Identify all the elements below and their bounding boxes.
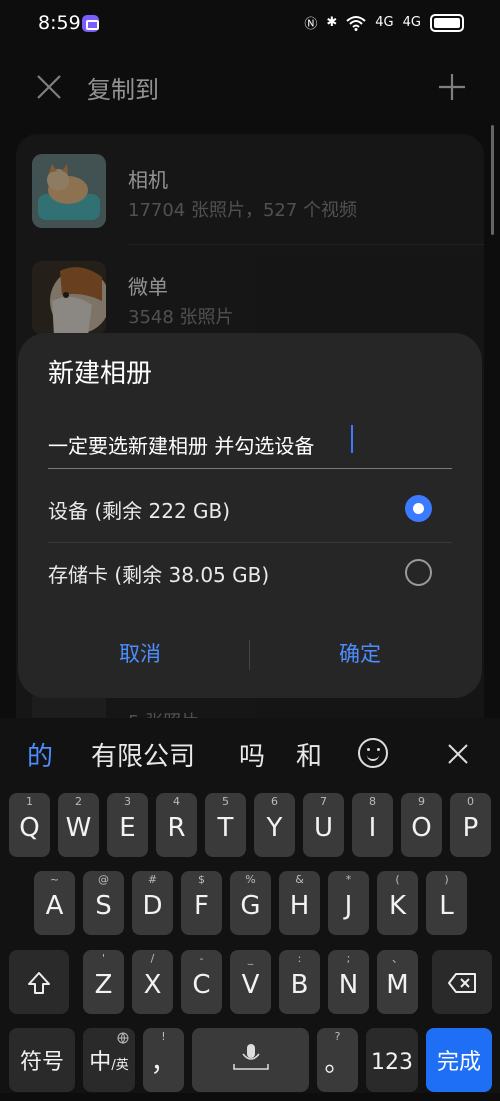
key-t[interactable]: 5T [205, 793, 246, 857]
backspace-key[interactable] [432, 950, 492, 1014]
key-v[interactable]: _ V [230, 950, 271, 1014]
key-k[interactable]: (K [377, 871, 418, 935]
done-key[interactable]: 完成 [426, 1028, 492, 1092]
lang-sub-label: /英 [111, 1058, 129, 1073]
comma-key[interactable]: !， [143, 1028, 184, 1092]
battery-icon [430, 13, 464, 32]
button-separator [249, 640, 250, 670]
text-cursor [351, 425, 353, 453]
key-z[interactable]: ' Z [83, 950, 124, 1014]
microphone-icon [232, 1044, 269, 1070]
numbers-key[interactable]: 123 [366, 1028, 418, 1092]
option-label: 存储卡 (剩余 38.05 GB) [48, 563, 270, 587]
key-y[interactable]: 6Y [254, 793, 295, 857]
status-bar: 8:59 Ⓝ ✱ 4G 4G [0, 0, 500, 50]
top-app-bar: 复制到 [0, 50, 500, 130]
key-i[interactable]: 8I [352, 793, 393, 857]
symbols-key[interactable]: 符号 [9, 1028, 75, 1092]
album-name-input[interactable] [48, 421, 452, 469]
message-app-icon [82, 15, 99, 32]
key-o[interactable]: 9O [401, 793, 442, 857]
globe-icon [117, 1032, 129, 1044]
add-album-icon[interactable] [438, 73, 466, 101]
status-icons: Ⓝ ✱ 4G 4G [304, 13, 464, 32]
bluetooth-icon: ✱ [326, 15, 338, 30]
key-h[interactable]: & H [279, 871, 320, 935]
key-j[interactable]: * J [328, 871, 369, 935]
page-title: 复制到 [87, 76, 159, 104]
period-key[interactable]: ?。 [317, 1028, 358, 1092]
scrollbar[interactable] [491, 125, 494, 235]
storage-option-device[interactable]: 设备 (剩余 222 GB) [48, 479, 452, 541]
key-b[interactable]: :B [279, 950, 320, 1014]
dialog-title: 新建相册 [48, 359, 153, 389]
key-f[interactable]: $ F [181, 871, 222, 935]
lang-label: 中 [89, 1050, 112, 1075]
wifi-icon [346, 15, 366, 31]
divider [128, 244, 484, 245]
cancel-button[interactable]: 取消 [40, 629, 240, 679]
confirm-button[interactable]: 确定 [260, 629, 460, 679]
storage-option-sdcard[interactable]: 存储卡 (剩余 38.05 GB) [48, 543, 452, 605]
close-icon[interactable] [36, 74, 62, 100]
emoji-icon[interactable] [358, 738, 388, 768]
album-thumbnail [32, 154, 106, 228]
key-w[interactable]: 2W [58, 793, 99, 857]
key-d[interactable]: # D [132, 871, 173, 935]
album-item-camera[interactable]: 相机 17704 张照片，527 个视频 [32, 154, 484, 254]
album-name: 微单 [128, 275, 168, 299]
shift-icon [28, 972, 50, 994]
new-album-dialog: 新建相册 设备 (剩余 222 GB) 存储卡 (剩余 38.05 GB) 取消… [18, 333, 482, 698]
key-e[interactable]: 3E [107, 793, 148, 857]
key-x[interactable]: / X [132, 950, 173, 1014]
backspace-icon [448, 973, 476, 993]
signal-4g-icon-2: 4G [402, 15, 421, 30]
key-g[interactable]: % G [230, 871, 271, 935]
key-n[interactable]: ; N [328, 950, 369, 1014]
status-time: 8:59 [38, 12, 81, 34]
signal-4g-icon: 4G [375, 15, 394, 30]
key-r[interactable]: 4R [156, 793, 197, 857]
candidate-word[interactable]: 有限公司 [91, 736, 195, 773]
key-s[interactable]: @ S [83, 871, 124, 935]
option-label: 设备 (剩余 222 GB) [48, 499, 231, 523]
soft-keyboard: 的 有限公司 吗 和 1Q 2W 3E 4R 5T 6Y 7U 8I 9O 0P… [0, 718, 500, 1093]
key-q[interactable]: 1Q [9, 793, 50, 857]
language-switch-key[interactable]: 中/英 [83, 1028, 135, 1092]
album-count: 3548 张照片 [128, 307, 234, 328]
key-c[interactable]: -C [181, 950, 222, 1014]
album-thumbnail [32, 261, 106, 335]
key-a[interactable]: ~ A [34, 871, 75, 935]
shift-key[interactable] [9, 950, 69, 1014]
candidate-bar: 的 有限公司 吗 和 [0, 718, 500, 790]
radio-selected-icon[interactable] [405, 495, 432, 522]
key-m[interactable]: 、 M [377, 950, 418, 1014]
key-u[interactable]: 7U [303, 793, 344, 857]
key-p[interactable]: 0P [450, 793, 491, 857]
album-count: 17704 张照片，527 个视频 [128, 200, 358, 221]
nfc-icon: Ⓝ [304, 17, 318, 32]
key-l[interactable]: ) L [426, 871, 467, 935]
collapse-keyboard-icon[interactable] [444, 740, 472, 768]
candidate-word[interactable]: 的 [27, 736, 53, 773]
space-key[interactable] [192, 1028, 309, 1092]
candidate-word[interactable]: 吗 [239, 736, 265, 773]
radio-unselected-icon[interactable] [405, 559, 432, 586]
candidate-word[interactable]: 和 [296, 736, 322, 773]
album-name: 相机 [128, 168, 168, 192]
